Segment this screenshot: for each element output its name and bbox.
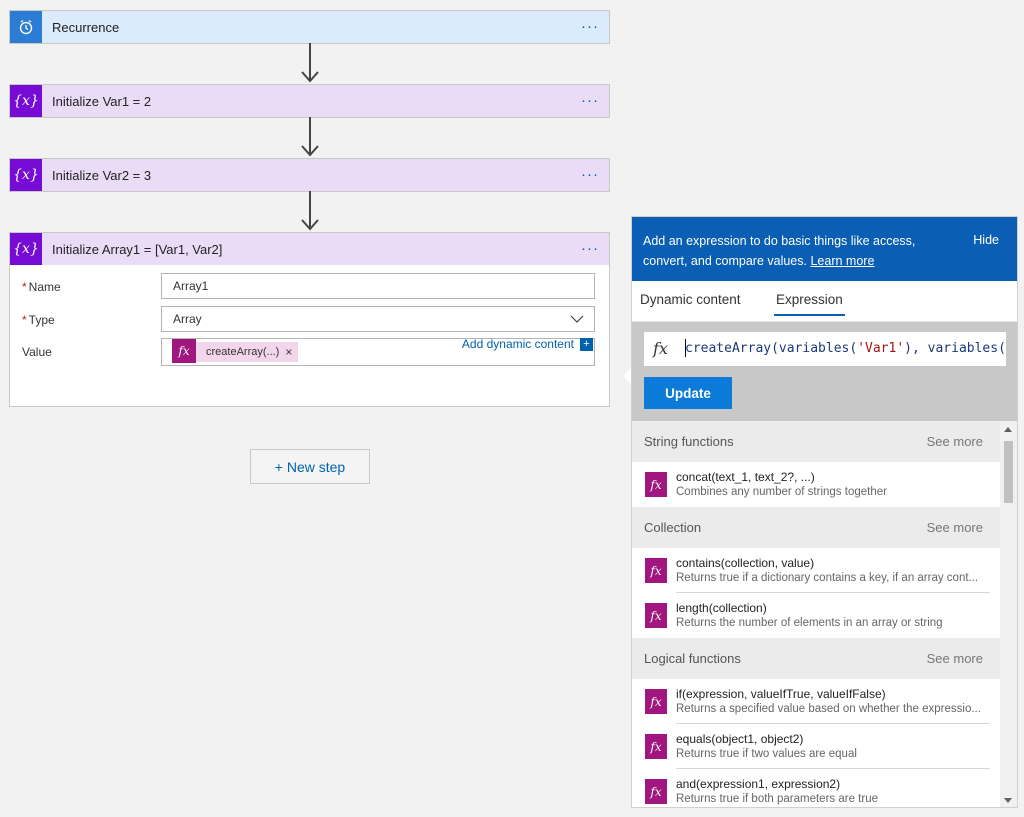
name-label-text: Name	[28, 280, 61, 294]
recurrence-card[interactable]: Recurrence ···	[9, 10, 610, 44]
alarm-clock-icon	[10, 11, 42, 43]
hide-button[interactable]: Hide	[973, 233, 999, 247]
expression-panel: Add an expression to do basic things lik…	[631, 216, 1018, 808]
function-description: Returns true if a dictionary contains a …	[676, 572, 979, 584]
chevron-down-icon	[570, 315, 584, 323]
fx-icon: fx	[645, 472, 667, 497]
panel-header: Add an expression to do basic things lik…	[632, 217, 1017, 281]
category-name: Collection	[644, 520, 702, 535]
function-signature: if(expression, valueIfTrue, valueIfFalse…	[676, 687, 886, 701]
scroll-down-icon[interactable]	[1004, 798, 1012, 803]
connector-arrow	[301, 117, 319, 157]
fx-icon: fx	[653, 339, 668, 358]
type-value: Array	[173, 312, 202, 326]
tab-expression[interactable]: Expression	[774, 292, 845, 316]
function-description: Returns true if two values are equal	[676, 748, 857, 760]
fx-icon: fx	[645, 779, 667, 804]
variable-icon: {x}	[10, 233, 42, 265]
function-description: Combines any number of strings together	[676, 486, 887, 498]
connector-arrow	[301, 191, 319, 231]
more-options-icon[interactable]: ···	[581, 240, 599, 257]
card-title: Recurrence	[52, 19, 120, 35]
function-item[interactable]: fx contains(collection, value) Returns t…	[632, 548, 1001, 593]
expression-input[interactable]: fx createArray(variables('Var1'), variab…	[644, 332, 1006, 366]
connector-arrow	[301, 43, 319, 83]
card-title: Initialize Var2 = 3	[52, 167, 152, 183]
variable-icon: {x}	[10, 85, 42, 117]
fx-icon: fx	[172, 339, 196, 363]
initialize-array1-card: {x} Initialize Array1 = [Var1, Var2] ···…	[9, 232, 610, 407]
text-caret	[685, 339, 686, 357]
function-description: Returns true if both parameters are true	[676, 793, 878, 805]
function-item[interactable]: fx and(expression1, expression2) Returns…	[632, 769, 1001, 807]
required-mark: *	[22, 280, 27, 294]
function-signature: length(collection)	[676, 601, 767, 615]
more-options-icon[interactable]: ···	[581, 18, 599, 35]
fx-icon: fx	[645, 558, 667, 583]
tab-dynamic-content[interactable]: Dynamic content	[640, 292, 741, 307]
scroll-up-icon[interactable]	[1004, 427, 1012, 432]
expr-part: createArray(variables(	[685, 341, 858, 356]
function-description: Returns a specified value based on wheth…	[676, 703, 981, 715]
card-title: Initialize Array1 = [Var1, Var2]	[52, 241, 223, 257]
type-label: * Type	[22, 313, 55, 327]
plus-icon: +	[580, 337, 593, 351]
type-select[interactable]: Array	[161, 306, 595, 332]
function-item[interactable]: fx if(expression, valueIfTrue, valueIfFa…	[632, 679, 1001, 724]
required-mark: *	[22, 313, 27, 327]
expr-string: 'Var1'	[857, 341, 905, 356]
function-item[interactable]: fx equals(object1, object2) Returns true…	[632, 724, 1001, 769]
vertical-scrollbar[interactable]	[1000, 421, 1017, 807]
function-signature: contains(collection, value)	[676, 556, 815, 570]
scroll-thumb[interactable]	[1004, 441, 1013, 503]
more-options-icon[interactable]: ···	[581, 166, 599, 183]
function-item[interactable]: fx concat(text_1, text_2?, ...) Combines…	[632, 462, 1001, 507]
panel-description: Add an expression to do basic things lik…	[643, 231, 943, 271]
function-item[interactable]: fx length(collection) Returns the number…	[632, 593, 1001, 638]
description-text: Add an expression to do basic things lik…	[643, 234, 916, 268]
value-label: Value	[22, 345, 52, 359]
add-dynamic-content-link[interactable]: Add dynamic content +	[462, 337, 593, 351]
category-header: String functions See more	[632, 421, 1001, 462]
add-dynamic-label: Add dynamic content	[461, 337, 574, 351]
remove-token-icon[interactable]: ×	[285, 340, 292, 364]
fx-icon: fx	[645, 734, 667, 759]
fx-icon: fx	[645, 689, 667, 714]
token-label: createArray(...)	[206, 346, 280, 358]
function-description: Returns the number of elements in an arr…	[676, 617, 943, 629]
card-title: Initialize Var1 = 2	[52, 93, 152, 109]
function-signature: equals(object1, object2)	[676, 732, 804, 746]
see-more-link[interactable]: See more	[927, 651, 983, 666]
type-label-text: Type	[28, 313, 55, 327]
learn-more-link[interactable]: Learn more	[810, 254, 874, 268]
category-header: Collection See more	[632, 507, 1001, 548]
more-options-icon[interactable]: ···	[581, 92, 599, 109]
expression-token[interactable]: fx createArray(...) ×	[172, 339, 299, 364]
initialize-var2-card[interactable]: {x} Initialize Var2 = 3 ···	[9, 158, 610, 192]
panel-tabs: Dynamic content Expression	[632, 281, 1017, 322]
name-label: * Name	[22, 280, 61, 294]
initialize-var1-card[interactable]: {x} Initialize Var1 = 2 ···	[9, 84, 610, 118]
see-more-link[interactable]: See more	[927, 434, 983, 449]
new-step-button[interactable]: + New step	[250, 449, 370, 484]
category-header: Logical functions See more	[632, 638, 1001, 679]
expression-text: createArray(variables('Var1'), variables…	[685, 341, 1006, 356]
category-name: Logical functions	[644, 651, 741, 666]
function-list: String functions See more fx concat(text…	[632, 421, 1001, 807]
variable-icon: {x}	[10, 159, 42, 191]
name-input[interactable]: Array1	[161, 273, 595, 299]
update-button[interactable]: Update	[644, 377, 732, 409]
function-signature: and(expression1, expression2)	[676, 777, 841, 791]
expr-part: ), variables(	[904, 341, 1006, 356]
see-more-link[interactable]: See more	[927, 520, 983, 535]
function-signature: concat(text_1, text_2?, ...)	[676, 470, 815, 484]
fx-icon: fx	[645, 603, 667, 628]
category-name: String functions	[644, 434, 734, 449]
expression-editor-area: fx createArray(variables('Var1'), variab…	[632, 322, 1017, 422]
